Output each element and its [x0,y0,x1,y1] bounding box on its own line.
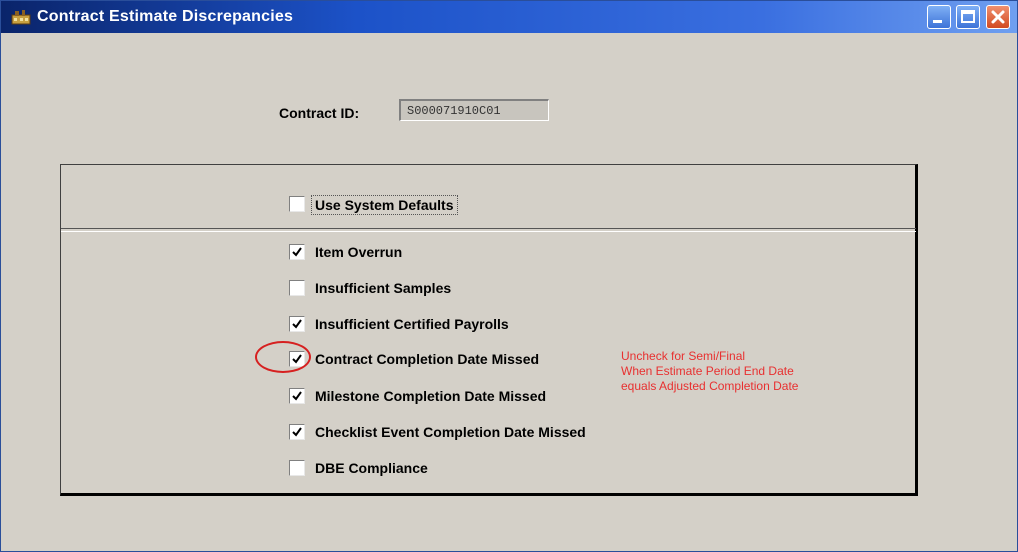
checkmark-icon [292,247,302,257]
window: Contract Estimate Discrepancies Contract… [0,0,1018,552]
contract-completion-date-missed-label: Contract Completion Date Missed [315,351,540,367]
dialog-content: Contract ID: S000071910C01 Use System De… [5,33,1013,547]
checklist-event-completion-date-missed-checkbox[interactable] [289,424,305,440]
milestone-completion-date-missed-label: Milestone Completion Date Missed [315,388,547,404]
use-system-defaults-label: Use System Defaults [311,195,458,215]
item-overrun-label: Item Overrun [315,244,403,260]
panel-divider [61,228,916,232]
insufficient-samples-checkbox[interactable] [289,280,305,296]
milestone-completion-date-missed-checkbox[interactable] [289,388,305,404]
checkmark-icon [292,427,302,437]
close-icon [991,10,1005,24]
insufficient-certified-payrolls-checkbox[interactable] [289,316,305,332]
insufficient-samples-label: Insufficient Samples [315,280,452,296]
maximize-icon [961,10,975,23]
discrepancy-panel: Use System Defaults Item Overrun Insuffi… [60,164,918,496]
note-line: equals Adjusted Completion Date [621,379,799,393]
insufficient-certified-payrolls-label: Insufficient Certified Payrolls [315,316,509,332]
dbe-compliance-label: DBE Compliance [315,460,428,476]
app-icon [11,9,31,25]
titlebar[interactable]: Contract Estimate Discrepancies [1,1,1017,33]
note-line: Uncheck for Semi/Final [621,349,746,363]
contract-id-field[interactable]: S000071910C01 [399,99,549,121]
contract-id-label: Contract ID: [279,105,360,121]
window-title: Contract Estimate Discrepancies [37,8,294,25]
note-line: When Estimate Period End Date [621,364,794,378]
highlight-circle [255,341,311,373]
minimize-icon [933,20,942,23]
item-overrun-checkbox[interactable] [289,244,305,260]
checklist-event-completion-date-missed-label: Checklist Event Completion Date Missed [315,424,586,440]
maximize-button[interactable] [956,5,980,29]
checkmark-icon [292,391,302,401]
dbe-compliance-checkbox[interactable] [289,460,305,476]
semi-final-note: Uncheck for Semi/Final When Estimate Per… [621,349,798,394]
checkmark-icon [292,319,302,329]
close-button[interactable] [986,5,1010,29]
minimize-button[interactable] [927,5,951,29]
use-system-defaults-checkbox[interactable] [289,196,305,212]
